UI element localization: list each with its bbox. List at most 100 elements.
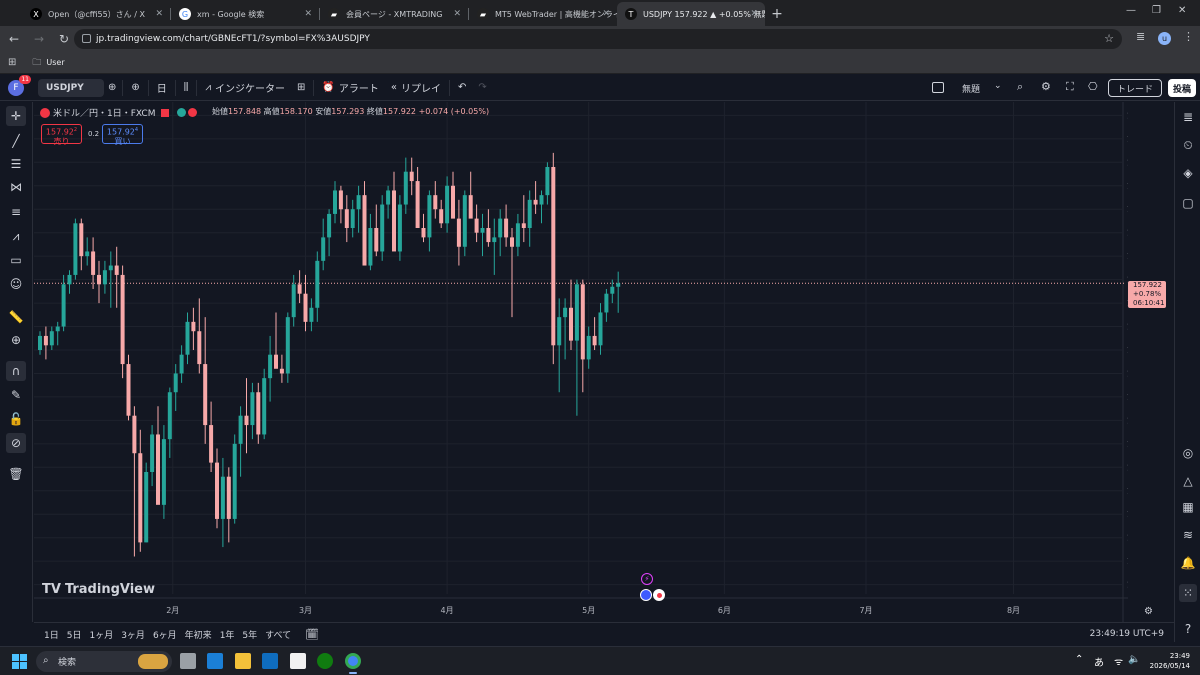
reload-button[interactable]: ↻	[53, 28, 75, 50]
target-icon[interactable]: ◎	[1179, 444, 1197, 462]
tab-close-icon[interactable]: ✕	[155, 9, 163, 19]
auto-scale-gear-icon[interactable]: ⚙	[1144, 606, 1153, 617]
settings-gear-icon[interactable]: ⚙	[1041, 80, 1051, 93]
xbox-icon[interactable]	[317, 653, 333, 669]
watchlist-icon[interactable]: ≣	[1179, 108, 1197, 126]
tab-close-icon[interactable]: ✕	[750, 9, 758, 19]
outlook-icon[interactable]	[262, 653, 278, 669]
alerts-clock-icon[interactable]: ⏲	[1179, 136, 1197, 154]
range-button[interactable]: 6ヶ月	[149, 628, 181, 641]
interval-button[interactable]: 日	[151, 77, 173, 99]
system-clock[interactable]: 23:49 2026/05/14	[1150, 651, 1190, 671]
add-symbol-icon[interactable]: ⊕	[125, 77, 145, 99]
browser-tab[interactable]: T USDJPY 157.922 ▲ +0.05% 無題 ✕	[617, 2, 765, 26]
lock-drawings-icon[interactable]: ✎	[6, 385, 26, 405]
crosshair-icon[interactable]: ✛	[6, 106, 26, 126]
taskbar-search[interactable]: ⌕ 検索	[36, 651, 172, 672]
publish-button[interactable]: 投稿	[1167, 79, 1196, 97]
replay-button[interactable]: « リプレイ	[385, 77, 447, 99]
layers-icon[interactable]: ◈	[1179, 164, 1197, 182]
emoji-icon[interactable]: ☺	[6, 274, 26, 294]
quick-search-icon[interactable]: ⌕	[1017, 80, 1023, 94]
help-icon[interactable]: ?	[1179, 620, 1197, 638]
lock-icon[interactable]: 🔓	[6, 409, 26, 429]
tab-close-icon[interactable]: ✕	[304, 9, 312, 19]
range-button[interactable]: 1日	[40, 628, 63, 641]
task-view-icon[interactable]	[180, 653, 196, 669]
candle-type-icon[interactable]: ⫼	[178, 77, 195, 99]
trash-icon[interactable]: 🗑	[6, 464, 26, 484]
tray-overflow-icon[interactable]: ⌃	[1075, 654, 1083, 665]
apps-grid-icon[interactable]: ⊞	[8, 57, 16, 68]
event-us-flag-icon[interactable]	[640, 589, 652, 601]
range-button[interactable]: すべて	[261, 628, 295, 641]
layout-name[interactable]: 無題	[962, 82, 980, 95]
hide-drawings-icon[interactable]: ⊘	[6, 433, 26, 453]
close-window-button[interactable]: ✕	[1178, 5, 1186, 16]
fib-retracement-icon[interactable]: ≡	[6, 202, 26, 222]
text-note-icon[interactable]: ▭	[6, 250, 26, 270]
event-jp-flag-icon[interactable]	[653, 589, 665, 601]
compare-icon[interactable]: ⊕	[104, 77, 120, 99]
wifi-icon[interactable]: ᯤ	[1114, 654, 1123, 668]
windows-start-icon[interactable]	[12, 654, 27, 669]
patterns-icon[interactable]: ⩘	[6, 226, 26, 246]
range-button[interactable]: 年初来	[181, 628, 216, 641]
tradingview-logo[interactable]: TV TradingView	[42, 582, 155, 597]
ime-indicator[interactable]: あ	[1094, 654, 1104, 669]
calendar-icon[interactable]: ▦	[1179, 498, 1197, 516]
zoom-in-icon[interactable]: ⊕	[6, 330, 26, 350]
ideas-icon[interactable]: △	[1179, 472, 1197, 490]
undo-icon[interactable]: ↶	[452, 77, 472, 99]
notifications-bell-icon[interactable]: 🔔	[1179, 554, 1197, 572]
event-lightning-icon[interactable]: ⚡	[641, 573, 653, 585]
range-button[interactable]: 5年	[238, 628, 261, 641]
horizontal-lines-icon[interactable]: ☰	[6, 154, 26, 174]
utc-clock[interactable]: 23:49:19 UTC+9	[1090, 629, 1164, 639]
url-field[interactable]: jp.tradingview.com/chart/GBNEcFT1/?symbo…	[74, 29, 1122, 49]
browser-tab[interactable]: ▰ MT5 WebTrader | 高機能オンライ ✕	[469, 2, 617, 26]
browser-tab[interactable]: Gxm - Google 検索 ✕	[171, 2, 319, 26]
range-button[interactable]: 1ヶ月	[85, 628, 117, 641]
range-button[interactable]: 1年	[216, 628, 239, 641]
streams-icon[interactable]: ≋	[1179, 526, 1197, 544]
magnet-icon[interactable]: ∩	[6, 361, 26, 381]
legend-title[interactable]: 米ドル／円・1日・FXCM	[53, 106, 155, 119]
file-explorer-icon[interactable]	[235, 653, 251, 669]
ruler-icon[interactable]: 📏	[6, 307, 26, 327]
goto-date-icon[interactable]: 🗓	[305, 628, 319, 641]
indicators-button[interactable]: ⩘ インジケーター	[199, 77, 291, 99]
trade-button[interactable]: トレード	[1107, 79, 1162, 97]
browser-tab[interactable]: ▰ 会員ページ - XMTRADING ✕	[320, 2, 468, 26]
alert-button[interactable]: ⏰ アラート	[316, 77, 384, 99]
products-grid-icon[interactable]: ⁙	[1179, 584, 1197, 602]
trendline-icon[interactable]: ╱	[6, 131, 26, 151]
bookmark-star-icon[interactable]: ☆	[1104, 32, 1114, 45]
photos-app-icon[interactable]	[207, 653, 223, 669]
profile-avatar[interactable]: u	[1158, 32, 1171, 45]
price-chart[interactable]: 161.500 161.000 160.500 160.000 159.500 159.0…	[34, 102, 1128, 622]
chat-icon[interactable]: ▢	[1179, 194, 1197, 212]
user-avatar[interactable]: F 11	[8, 74, 31, 96]
tab-close-icon[interactable]: ✕	[602, 9, 610, 19]
range-button[interactable]: 3ヶ月	[117, 628, 149, 641]
fullscreen-icon[interactable]: ⛶	[1066, 80, 1074, 94]
sell-button[interactable]: 157.922 売り	[41, 124, 82, 146]
back-button[interactable]: ←	[3, 28, 25, 50]
range-button[interactable]: 5日	[63, 628, 86, 641]
minimize-button[interactable]: —	[1126, 5, 1136, 16]
chrome-icon[interactable]	[345, 653, 361, 669]
browser-tab[interactable]: X Open（@cffi55）さん / X ✕	[22, 2, 170, 26]
symbol-search[interactable]: USDJPY	[38, 78, 104, 97]
forward-button[interactable]: →	[28, 28, 50, 50]
redo-icon[interactable]: ↷	[472, 77, 492, 99]
buy-button[interactable]: 157.924 買い	[102, 124, 143, 146]
tab-search-icon[interactable]: ≣	[1136, 30, 1145, 43]
tab-close-icon[interactable]: ✕	[453, 9, 461, 19]
site-info-icon[interactable]	[82, 34, 91, 43]
maximize-button[interactable]: ❐	[1152, 5, 1161, 16]
layout-icon[interactable]	[932, 82, 944, 93]
new-tab-button[interactable]: +	[765, 2, 789, 26]
notepad-icon[interactable]	[290, 653, 306, 669]
pitchfork-icon[interactable]: ⋈	[6, 177, 26, 197]
